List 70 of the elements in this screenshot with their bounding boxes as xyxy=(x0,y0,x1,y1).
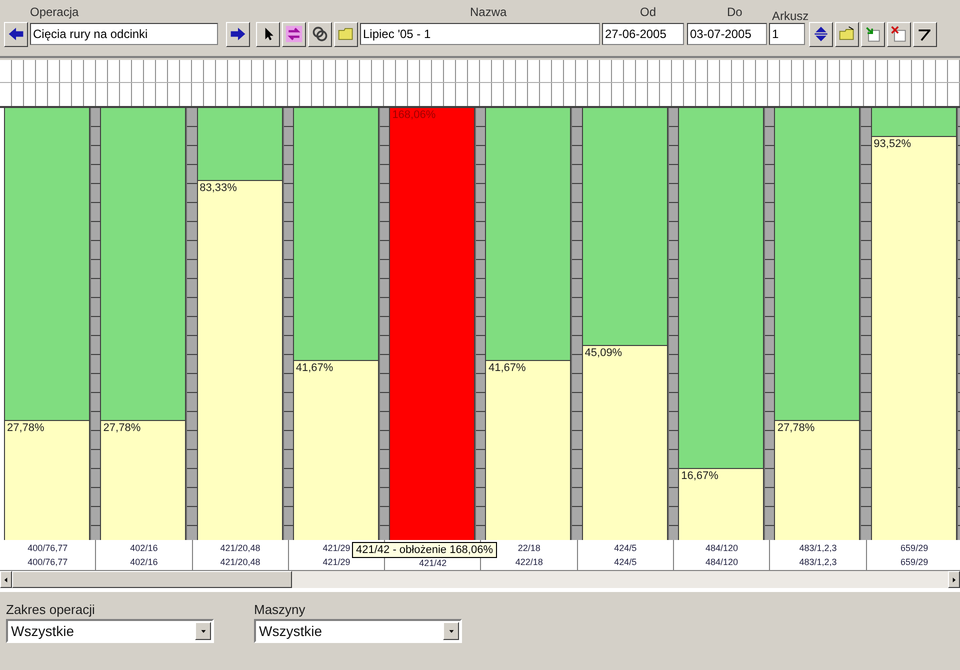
right-triangle-icon xyxy=(950,576,958,584)
sheet-field[interactable]: 1 xyxy=(769,23,805,45)
folder-icon xyxy=(337,25,355,43)
dropdown-field[interactable]: Wszystkie xyxy=(6,619,214,643)
filter-label: Maszyny xyxy=(254,602,306,617)
load-percentage: 93,52% xyxy=(874,138,911,150)
add-sheet-icon xyxy=(864,25,882,43)
scroll-left-button[interactable] xyxy=(0,571,12,588)
field-label: Do xyxy=(727,5,742,19)
machine-label: 22/18 xyxy=(518,542,540,555)
horizontal-scrollbar[interactable] xyxy=(0,571,960,588)
machine-label: 424/5 xyxy=(614,556,637,569)
next-button[interactable] xyxy=(226,22,250,46)
machine-label: 424/5 xyxy=(614,542,637,555)
machine-label: 421/29 xyxy=(322,542,350,555)
machine-label: 422/18 xyxy=(515,556,543,569)
load-percentage: 27,78% xyxy=(103,422,141,434)
machine-label: 421/20,48 xyxy=(220,556,260,569)
folder-icon xyxy=(838,25,856,43)
load-percentage: 83,33% xyxy=(200,182,237,194)
machine-label: 402/16 xyxy=(130,556,158,569)
machine-label: 483/1,2,3 xyxy=(799,542,837,555)
load-percentage: 27,78% xyxy=(7,422,44,434)
dropdown-field[interactable]: Wszystkie xyxy=(254,619,462,643)
pointer-button[interactable] xyxy=(256,22,280,46)
date-from-field[interactable]: 27-06-2005 xyxy=(602,23,684,45)
up-down-icon xyxy=(812,25,830,43)
machine-label: 483/1,2,3 xyxy=(799,556,837,569)
machine-label: 402/16 xyxy=(130,542,158,555)
tooltip: 421/42 - obłożenie 168,06% xyxy=(352,542,497,558)
delete-sheet-icon xyxy=(890,25,908,43)
scroll-thumb[interactable] xyxy=(12,571,292,588)
scroll-right-button[interactable] xyxy=(948,571,960,588)
left-triangle-icon xyxy=(2,576,10,584)
tool-button[interactable] xyxy=(913,22,937,46)
previous-button[interactable] xyxy=(4,22,28,46)
load-percentage: 168,06% xyxy=(392,109,436,121)
machine-label: 400/76,77 xyxy=(28,542,68,555)
swap-icon xyxy=(285,25,303,43)
folder-button[interactable] xyxy=(334,22,358,46)
field-label: Arkusz xyxy=(772,9,809,23)
machine-label: 659/29 xyxy=(900,556,928,569)
load-percentage: 41,67% xyxy=(296,362,334,374)
load-percentage: 16,67% xyxy=(681,470,718,482)
open-button[interactable] xyxy=(835,22,859,46)
operation-field[interactable]: Cięcia rury na odcinki xyxy=(30,23,218,45)
machine-label: 659/29 xyxy=(900,542,928,555)
date-to-field[interactable]: 03-07-2005 xyxy=(687,23,767,45)
field-label: Operacja xyxy=(30,5,79,19)
spin-button[interactable] xyxy=(809,22,833,46)
link-button[interactable] xyxy=(308,22,332,46)
machine-label: 400/76,77 xyxy=(28,556,68,569)
delete-button[interactable] xyxy=(887,22,911,46)
machine-label: 421/20,48 xyxy=(220,542,260,555)
add-button[interactable] xyxy=(861,22,885,46)
field-label: Od xyxy=(640,5,656,19)
swap-button[interactable] xyxy=(282,22,306,46)
left-arrow-icon xyxy=(7,25,25,43)
filter-label: Zakres operacji xyxy=(6,602,96,617)
machine-label: 421/42 xyxy=(419,557,447,570)
load-percentage: 45,09% xyxy=(584,347,622,360)
field-label: Nazwa xyxy=(470,5,507,19)
machine-label: 421/29 xyxy=(322,556,350,569)
chain-icon xyxy=(311,25,329,43)
name-field[interactable]: Lipiec '05 - 1 xyxy=(360,23,600,45)
load-percentage: 41,67% xyxy=(488,362,526,374)
machine-label: 484/120 xyxy=(705,542,738,555)
load-percentage: 27,78% xyxy=(777,422,815,434)
right-arrow-icon xyxy=(229,25,247,43)
machine-label: 484/120 xyxy=(705,556,738,569)
